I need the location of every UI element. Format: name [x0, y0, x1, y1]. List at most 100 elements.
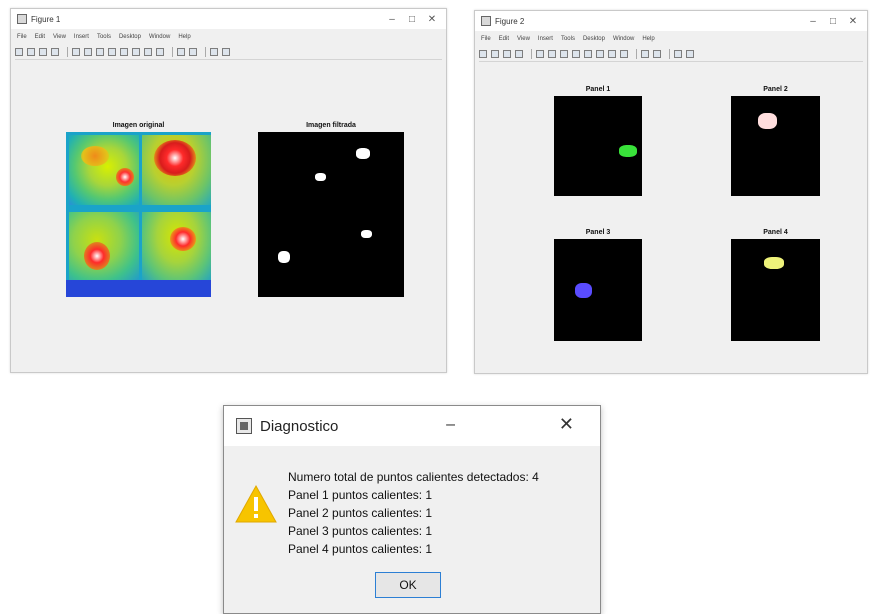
toolbar-separator	[636, 49, 637, 59]
open-icon[interactable]	[491, 50, 499, 58]
figure1-menubar: File Edit View Insert Tools Desktop Wind…	[11, 31, 446, 43]
colorbar-icon[interactable]	[177, 48, 185, 56]
show-plot-tools-icon[interactable]	[222, 48, 230, 56]
menu-help[interactable]: Help	[642, 36, 654, 42]
menu-window[interactable]: Window	[149, 34, 170, 40]
brush-icon[interactable]	[144, 48, 152, 56]
panel-1-title: Panel 1	[585, 86, 611, 93]
pointer-icon[interactable]	[72, 48, 80, 56]
colorbar-icon[interactable]	[641, 50, 649, 58]
pan-icon[interactable]	[108, 48, 116, 56]
zoom-out-icon[interactable]	[96, 48, 104, 56]
menu-desktop[interactable]: Desktop	[119, 34, 141, 40]
figure1-title: Figure 1	[31, 14, 61, 24]
panel-3-image	[554, 239, 642, 341]
ok-button[interactable]: OK	[375, 572, 441, 598]
panel-1-image	[554, 96, 642, 196]
zoom-in-icon[interactable]	[84, 48, 92, 56]
panel-2-title: Panel 2	[763, 86, 788, 93]
diagnostic-message: Numero total de puntos calientes detecta…	[288, 468, 539, 558]
hide-plot-tools-icon[interactable]	[674, 50, 682, 58]
toolbar-separator	[205, 47, 206, 57]
figure1-titlebar: Figure 1 – □ ✕	[11, 9, 446, 29]
dialog-body: Numero total de puntos calientes detecta…	[224, 446, 600, 613]
figure-app-icon	[17, 14, 27, 24]
dialog-titlebar: Diagnostico – ✕	[224, 406, 600, 446]
menu-insert[interactable]: Insert	[74, 34, 89, 40]
new-figure-icon[interactable]	[479, 50, 487, 58]
panel-4-line: Panel 4 puntos calientes: 1	[288, 542, 433, 556]
maximize-button[interactable]: □	[823, 11, 843, 31]
zoom-in-icon[interactable]	[548, 50, 556, 58]
toolbar-separator	[531, 49, 532, 59]
hide-plot-tools-icon[interactable]	[210, 48, 218, 56]
legend-icon[interactable]	[189, 48, 197, 56]
menu-tools[interactable]: Tools	[561, 36, 575, 42]
close-button[interactable]: ✕	[843, 11, 863, 31]
menu-view[interactable]: View	[517, 36, 530, 42]
menu-tools[interactable]: Tools	[97, 34, 111, 40]
thermal-image	[66, 132, 211, 297]
original-image-title: Imagen original	[112, 122, 165, 129]
menu-help[interactable]: Help	[178, 34, 190, 40]
toolbar-separator	[669, 49, 670, 59]
panel-4-title: Panel 4	[763, 229, 788, 236]
matlab-window-icon	[236, 418, 252, 434]
dialog-title: Diagnostico	[260, 417, 339, 435]
data-cursor-icon[interactable]	[596, 50, 604, 58]
menu-window[interactable]: Window	[613, 36, 634, 42]
menu-file[interactable]: File	[481, 36, 491, 42]
warning-icon	[235, 484, 277, 523]
close-button[interactable]: ✕	[422, 9, 442, 29]
open-icon[interactable]	[27, 48, 35, 56]
save-icon[interactable]	[503, 50, 511, 58]
pointer-icon[interactable]	[536, 50, 544, 58]
toolbar-separator	[172, 47, 173, 57]
pan-icon[interactable]	[572, 50, 580, 58]
hotspot	[764, 257, 784, 269]
panel-2-image	[731, 96, 820, 196]
link-icon[interactable]	[620, 50, 628, 58]
hotspot	[619, 145, 637, 157]
dialog-close-button[interactable]: ✕	[559, 414, 574, 435]
figure2-window: Figure 2 – □ ✕ File Edit View Insert Too…	[474, 10, 868, 374]
dialog-minimize-button[interactable]: –	[446, 416, 455, 434]
diagnostico-dialog: Diagnostico – ✕ Numero total de puntos c…	[223, 405, 601, 614]
rotate-icon[interactable]	[584, 50, 592, 58]
panel-3-title: Panel 3	[585, 229, 611, 236]
figure2-menubar: File Edit View Insert Tools Desktop Wind…	[475, 33, 867, 45]
show-plot-tools-icon[interactable]	[686, 50, 694, 58]
maximize-button[interactable]: □	[402, 9, 422, 29]
filtered-image-title: Imagen filtrada	[306, 122, 356, 129]
filtered-image	[258, 132, 404, 297]
toolbar-separator	[67, 47, 68, 57]
figure2-titlebar: Figure 2 – □ ✕	[475, 11, 867, 31]
figure2-toolbar	[479, 47, 863, 62]
legend-icon[interactable]	[653, 50, 661, 58]
menu-file[interactable]: File	[17, 34, 27, 40]
print-icon[interactable]	[515, 50, 523, 58]
menu-desktop[interactable]: Desktop	[583, 36, 605, 42]
minimize-button[interactable]: –	[803, 11, 823, 31]
zoom-out-icon[interactable]	[560, 50, 568, 58]
figure1-toolbar	[15, 45, 442, 60]
figure2-title: Figure 2	[495, 16, 525, 26]
menu-insert[interactable]: Insert	[538, 36, 553, 42]
menu-edit[interactable]: Edit	[35, 34, 45, 40]
data-cursor-icon[interactable]	[132, 48, 140, 56]
figure-app-icon	[481, 16, 491, 26]
menu-view[interactable]: View	[53, 34, 66, 40]
print-icon[interactable]	[51, 48, 59, 56]
figure1-window: Figure 1 – □ ✕ File Edit View Insert Too…	[10, 8, 447, 373]
panel-3-line: Panel 3 puntos calientes: 1	[288, 524, 433, 538]
save-icon[interactable]	[39, 48, 47, 56]
minimize-button[interactable]: –	[382, 9, 402, 29]
panel-4-image	[731, 239, 820, 341]
brush-icon[interactable]	[608, 50, 616, 58]
hotspot	[758, 113, 777, 129]
hotspot	[575, 283, 592, 298]
rotate-icon[interactable]	[120, 48, 128, 56]
new-figure-icon[interactable]	[15, 48, 23, 56]
link-icon[interactable]	[156, 48, 164, 56]
menu-edit[interactable]: Edit	[499, 36, 509, 42]
